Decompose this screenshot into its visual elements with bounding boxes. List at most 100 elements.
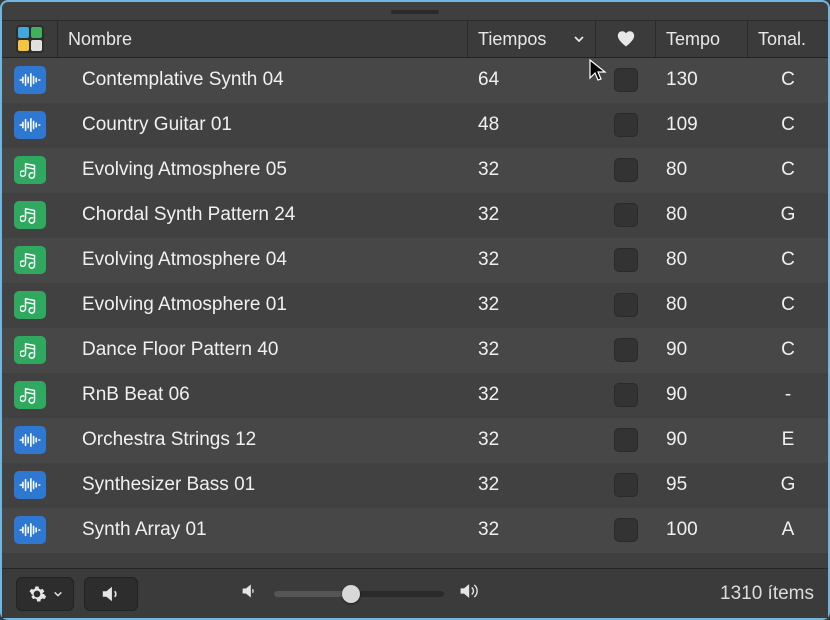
footer-bar: 1310 ítems <box>2 568 828 618</box>
table-row[interactable]: Chordal Synth Pattern 243280G <box>2 193 828 238</box>
table-row[interactable]: RnB Beat 063290- <box>2 373 828 418</box>
table-row[interactable]: Dance Floor Pattern 4032 90C <box>2 328 828 373</box>
row-tonal-cell: G <box>748 474 828 496</box>
row-tonal-cell: C <box>748 114 828 136</box>
table-row[interactable]: Evolving Atmosphere 0132 80C <box>2 283 828 328</box>
row-favorite-cell <box>596 473 656 497</box>
row-tiempos-cell: 32 <box>468 249 596 271</box>
row-tiempos-cell: 32 <box>468 294 596 316</box>
column-header-tempo[interactable]: Tempo <box>656 21 748 57</box>
volume-slider[interactable] <box>274 591 444 597</box>
settings-button[interactable] <box>16 577 74 611</box>
row-tonal-cell: C <box>748 69 828 91</box>
row-type-cell <box>2 66 58 94</box>
row-tempo-cell: 95 <box>656 474 748 496</box>
favorite-checkbox[interactable] <box>614 428 638 452</box>
speaker-icon <box>100 584 122 604</box>
favorite-checkbox[interactable] <box>614 113 638 137</box>
volume-low-icon <box>240 582 260 606</box>
favorite-checkbox[interactable] <box>614 248 638 272</box>
row-tempo-cell: 130 <box>656 69 748 91</box>
column-header-favorite[interactable] <box>596 21 656 57</box>
table-row[interactable]: Orchestra Strings 123290E <box>2 418 828 463</box>
row-favorite-cell <box>596 248 656 272</box>
table-row[interactable]: Evolving Atmosphere 053280C <box>2 148 828 193</box>
loop-table-body: Contemplative Synth 0464130CCountry Guit… <box>2 58 828 568</box>
row-favorite-cell <box>596 518 656 542</box>
row-tiempos-cell: 64 <box>468 69 596 91</box>
midi-loop-icon <box>14 291 46 319</box>
row-tiempos-cell: 32 <box>468 474 596 496</box>
row-tempo-cell: 90 <box>656 429 748 451</box>
row-tiempos-cell: 48 <box>468 114 596 136</box>
row-tempo-cell: 80 <box>656 204 748 226</box>
volume-group <box>240 581 482 607</box>
row-tempo-cell: 109 <box>656 114 748 136</box>
titlebar[interactable] <box>2 2 828 20</box>
row-type-cell <box>2 471 58 499</box>
favorite-checkbox[interactable] <box>614 158 638 182</box>
table-row[interactable]: Country Guitar 0148109C <box>2 103 828 148</box>
row-tonal-cell: C <box>748 294 828 316</box>
table-row[interactable]: Contemplative Synth 0464130C <box>2 58 828 103</box>
row-name-cell: Evolving Atmosphere 01 <box>58 294 468 316</box>
preview-play-button[interactable] <box>84 577 138 611</box>
row-type-cell <box>2 336 58 364</box>
row-favorite-cell <box>596 428 656 452</box>
row-name-cell: RnB Beat 06 <box>58 384 468 406</box>
column-header-tonal-label: Tonal. <box>758 29 806 50</box>
row-tiempos-cell: 32 <box>468 159 596 181</box>
table-row[interactable]: Synth Array 0132100A <box>2 508 828 553</box>
audio-loop-icon <box>14 66 46 94</box>
row-type-cell <box>2 246 58 274</box>
row-tonal-cell: G <box>748 204 828 226</box>
row-tonal-cell: - <box>748 384 828 406</box>
midi-loop-icon <box>14 336 46 364</box>
row-name-cell: Evolving Atmosphere 05 <box>58 159 468 181</box>
row-type-cell <box>2 201 58 229</box>
row-tonal-cell: C <box>748 159 828 181</box>
column-header-nombre[interactable]: Nombre <box>58 21 468 57</box>
row-name-cell: Synthesizer Bass 01 <box>58 474 468 496</box>
row-tempo-cell: 80 <box>656 294 748 316</box>
table-row[interactable]: Evolving Atmosphere 043280C <box>2 238 828 283</box>
audio-loop-icon <box>14 426 46 454</box>
column-header-tempo-label: Tempo <box>666 29 720 50</box>
column-header-tiempos[interactable]: Tiempos <box>468 21 596 57</box>
row-type-cell <box>2 381 58 409</box>
favorite-checkbox[interactable] <box>614 293 638 317</box>
volume-slider-thumb[interactable] <box>342 585 360 603</box>
favorite-checkbox[interactable] <box>614 383 638 407</box>
table-header-row: Nombre Tiempos Tempo Tonal. <box>2 20 828 58</box>
drag-handle[interactable] <box>391 10 439 14</box>
column-header-tonal[interactable]: Tonal. <box>748 21 828 57</box>
column-header-tiempos-label: Tiempos <box>478 29 546 50</box>
row-name-cell: Dance Floor Pattern 40 <box>58 339 468 361</box>
row-tonal-cell: E <box>748 429 828 451</box>
row-tonal-cell: C <box>748 249 828 271</box>
favorite-checkbox[interactable] <box>614 338 638 362</box>
item-count-label: 1310 ítems <box>720 583 814 605</box>
row-name-cell: Evolving Atmosphere 04 <box>58 249 468 271</box>
row-tiempos-cell: 32 <box>468 339 596 361</box>
view-mode-button[interactable] <box>2 21 58 57</box>
row-favorite-cell <box>596 158 656 182</box>
midi-loop-icon <box>14 246 46 274</box>
row-name-cell: Synth Array 01 <box>58 519 468 541</box>
table-row[interactable]: Synthesizer Bass 0132 95G <box>2 463 828 508</box>
audio-loop-icon <box>14 471 46 499</box>
midi-loop-icon <box>14 201 46 229</box>
favorite-checkbox[interactable] <box>614 473 638 497</box>
favorite-checkbox[interactable] <box>614 68 638 92</box>
favorite-checkbox[interactable] <box>614 518 638 542</box>
loop-browser-window: Nombre Tiempos Tempo Tonal. Contemplativ… <box>0 0 830 620</box>
favorite-checkbox[interactable] <box>614 203 638 227</box>
row-tiempos-cell: 32 <box>468 519 596 541</box>
row-tempo-cell: 90 <box>656 339 748 361</box>
row-favorite-cell <box>596 68 656 92</box>
row-tempo-cell: 90 <box>656 384 748 406</box>
row-favorite-cell <box>596 113 656 137</box>
column-header-nombre-label: Nombre <box>68 29 132 50</box>
row-tonal-cell: C <box>748 339 828 361</box>
row-tiempos-cell: 32 <box>468 204 596 226</box>
